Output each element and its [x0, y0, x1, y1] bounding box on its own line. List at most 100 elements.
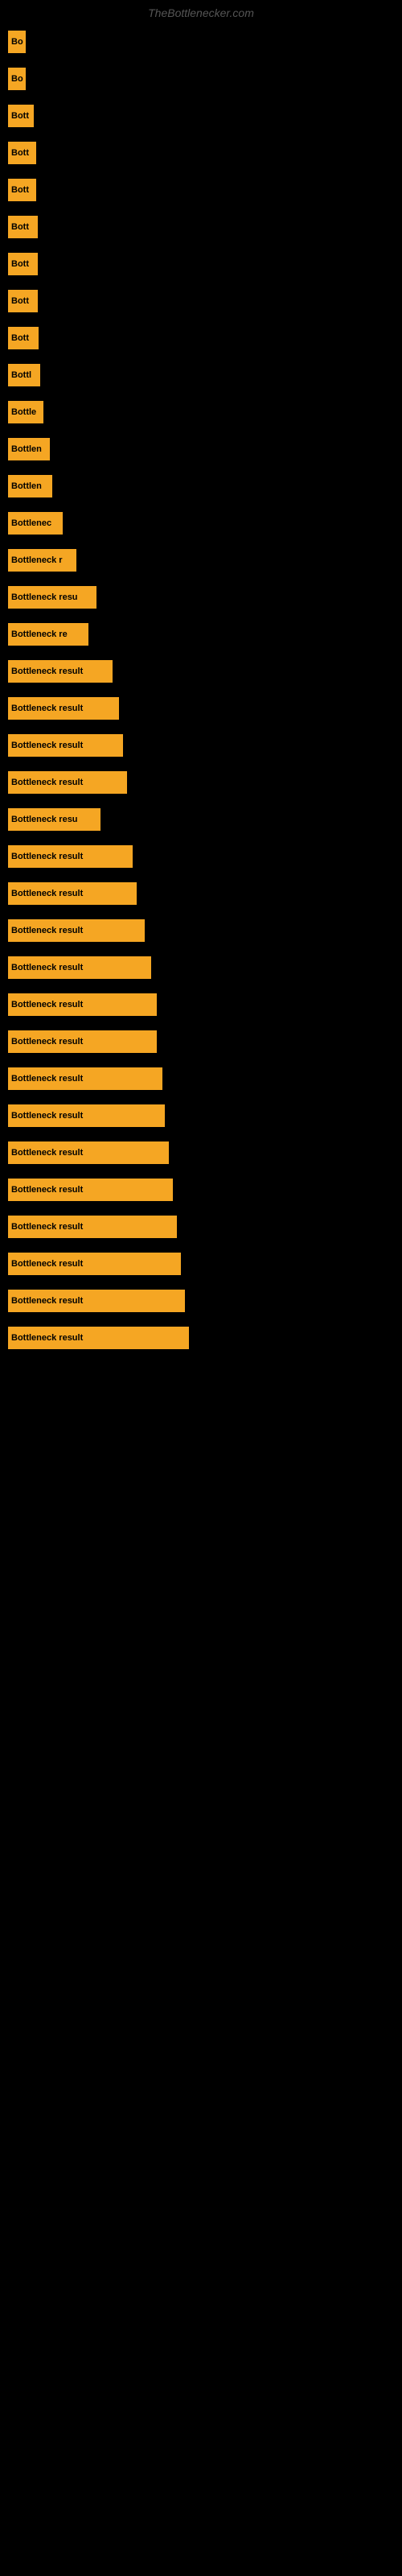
bar-row: Bottlen [0, 438, 402, 460]
bar-label: Bottlenec [11, 518, 51, 528]
bar-row: Bottleneck result [0, 1141, 402, 1164]
bar-label: Bottleneck resu [11, 592, 78, 602]
bar-label: Bottleneck result [11, 1111, 83, 1121]
bar-row: Bo [0, 31, 402, 53]
bar-label: Bott [11, 148, 29, 158]
bar-label: Bott [11, 296, 29, 306]
bar-label: Bottleneck resu [11, 815, 78, 824]
bar-row: Bottleneck result [0, 1216, 402, 1238]
bar-label: Bott [11, 333, 29, 343]
bar-label: Bo [11, 74, 23, 84]
bar-fill: Bottlen [8, 438, 50, 460]
bar-row: Bottleneck result [0, 1290, 402, 1312]
bar-label: Bottleneck result [11, 741, 83, 750]
bar-label: Bottleneck result [11, 1000, 83, 1009]
bar-label: Bottleneck result [11, 704, 83, 713]
bar-label: Bottleneck result [11, 852, 83, 861]
bar-row: Bottleneck re [0, 623, 402, 646]
bar-fill: Bottleneck result [8, 1290, 185, 1312]
bar-row: Bottl [0, 364, 402, 386]
bar-row: Bottlenec [0, 512, 402, 535]
bar-row: Bottleneck result [0, 697, 402, 720]
bar-row: Bottleneck result [0, 1030, 402, 1053]
bar-fill: Bottleneck r [8, 549, 76, 572]
bar-label: Bottleneck result [11, 1037, 83, 1046]
bar-fill: Bottleneck result [8, 1104, 165, 1127]
bar-fill: Bottleneck result [8, 1253, 181, 1275]
bar-label: Bottleneck result [11, 926, 83, 935]
bar-fill: Bottleneck result [8, 1030, 157, 1053]
bar-label: Bottleneck re [11, 630, 68, 639]
bar-row: Bottleneck result [0, 1104, 402, 1127]
bar-label: Bott [11, 185, 29, 195]
bar-row: Bottleneck result [0, 1253, 402, 1275]
bar-fill: Bott [8, 142, 36, 164]
bar-row: Bottleneck resu [0, 808, 402, 831]
bar-fill: Bo [8, 31, 26, 53]
bar-label: Bottleneck result [11, 1148, 83, 1158]
site-title: TheBottlenecker.com [0, 0, 402, 23]
bar-fill: Bottleneck resu [8, 808, 100, 831]
bar-row: Bottlen [0, 475, 402, 497]
bar-row: Bottleneck resu [0, 586, 402, 609]
bar-row: Bott [0, 290, 402, 312]
bar-label: Bott [11, 111, 29, 121]
bar-fill: Bottleneck result [8, 919, 145, 942]
bar-row: Bottleneck result [0, 1179, 402, 1201]
bar-row: Bottleneck result [0, 993, 402, 1016]
bar-row: Bottleneck result [0, 1067, 402, 1090]
bar-fill: Bo [8, 68, 26, 90]
bar-label: Bottlen [11, 481, 42, 491]
bar-label: Bottleneck result [11, 1185, 83, 1195]
bar-fill: Bottleneck result [8, 1067, 162, 1090]
bar-fill: Bottleneck result [8, 660, 113, 683]
bar-row: Bo [0, 68, 402, 90]
bar-label: Bott [11, 259, 29, 269]
bar-fill: Bottleneck result [8, 882, 137, 905]
bar-label: Bo [11, 37, 23, 47]
bar-fill: Bottleneck result [8, 956, 151, 979]
bar-fill: Bottleneck resu [8, 586, 96, 609]
bar-row: Bottleneck result [0, 882, 402, 905]
bar-fill: Bottleneck result [8, 697, 119, 720]
bar-row: Bottleneck result [0, 845, 402, 868]
bar-row: Bott [0, 253, 402, 275]
bar-row: Bott [0, 179, 402, 201]
bar-row: Bottleneck result [0, 771, 402, 794]
bar-row: Bottleneck result [0, 1327, 402, 1349]
bar-fill: Bottlenec [8, 512, 63, 535]
bar-row: Bott [0, 105, 402, 127]
bar-label: Bottle [11, 407, 36, 417]
bar-label: Bottleneck result [11, 1074, 83, 1084]
bar-row: Bott [0, 142, 402, 164]
bar-label: Bottleneck result [11, 889, 83, 898]
bar-row: Bott [0, 327, 402, 349]
bar-row: Bottle [0, 401, 402, 423]
bar-fill: Bott [8, 253, 38, 275]
bar-row: Bott [0, 216, 402, 238]
bar-label: Bottlen [11, 444, 42, 454]
bars-wrapper: Bo Bo Bott Bott Bott Bott Bott Bott Bott Bottl Bot… [0, 23, 402, 1349]
bar-label: Bottleneck r [11, 555, 63, 565]
bar-label: Bottleneck result [11, 667, 83, 676]
bar-fill: Bottleneck result [8, 771, 127, 794]
bar-fill: Bott [8, 179, 36, 201]
bar-fill: Bott [8, 327, 39, 349]
bar-fill: Bottl [8, 364, 40, 386]
bar-row: Bottleneck result [0, 734, 402, 757]
bar-label: Bott [11, 222, 29, 232]
bar-fill: Bottleneck result [8, 845, 133, 868]
bar-fill: Bottleneck result [8, 993, 157, 1016]
bar-fill: Bott [8, 105, 34, 127]
bar-label: Bottleneck result [11, 1222, 83, 1232]
bar-row: Bottleneck result [0, 956, 402, 979]
bar-fill: Bott [8, 216, 38, 238]
bar-fill: Bottleneck re [8, 623, 88, 646]
bar-row: Bottleneck result [0, 660, 402, 683]
bar-fill: Bottleneck result [8, 1327, 189, 1349]
bar-fill: Bottle [8, 401, 43, 423]
bar-fill: Bottleneck result [8, 1179, 173, 1201]
bar-label: Bottl [11, 370, 31, 380]
bar-label: Bottleneck result [11, 1333, 83, 1343]
bar-fill: Bottleneck result [8, 734, 123, 757]
